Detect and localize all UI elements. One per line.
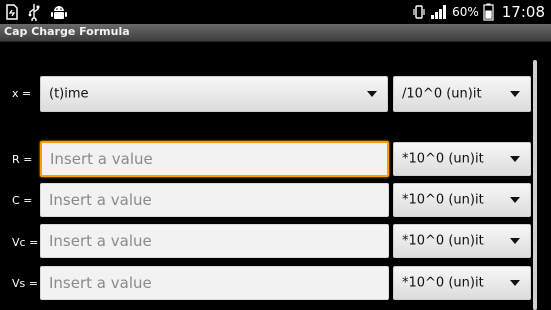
capacitor-voltage-input[interactable] <box>41 225 388 257</box>
chevron-down-icon <box>510 238 520 244</box>
unit-value: *10^0 (un)it <box>402 192 484 208</box>
source-voltage-input-field[interactable] <box>40 266 389 300</box>
unit-spinner-vs[interactable]: *10^0 (un)it <box>393 266 531 300</box>
chevron-down-icon <box>510 91 520 97</box>
resistance-input[interactable] <box>42 143 387 175</box>
unit-spinner-vc[interactable]: *10^0 (un)it <box>393 224 531 258</box>
system-icons: 60% 17:08 <box>412 0 545 24</box>
capacitor-voltage-input-field[interactable] <box>40 224 389 258</box>
usb-icon <box>28 3 40 21</box>
status-bar: 60% 17:08 <box>0 0 551 24</box>
capacitance-input[interactable] <box>41 184 388 216</box>
vibrate-icon <box>412 4 426 20</box>
unit-spinner-c[interactable]: *10^0 (un)it <box>393 183 531 217</box>
variable-label-vc: Vc = <box>12 236 39 249</box>
android-debug-icon <box>50 3 68 21</box>
variable-label-c: C = <box>12 194 33 207</box>
unit-value: *10^0 (un)it <box>402 233 484 249</box>
unit-spinner-x[interactable]: /10^0 (un)it <box>393 76 531 112</box>
clock: 17:08 <box>501 3 545 21</box>
unit-spinner-r[interactable]: *10^0 (un)it <box>393 142 531 176</box>
notification-icons <box>6 2 68 22</box>
unit-value: *10^0 (un)it <box>402 275 484 291</box>
battery-percent: 60% <box>452 5 479 19</box>
resistance-input-field[interactable] <box>40 141 389 177</box>
source-voltage-input[interactable] <box>41 267 388 299</box>
scrollbar[interactable] <box>533 60 537 310</box>
variable-label-r: R = <box>12 153 33 166</box>
battery-icon <box>483 3 494 21</box>
chevron-down-icon <box>510 197 520 203</box>
chevron-down-icon <box>510 280 520 286</box>
variable-label-x: x = <box>12 87 32 100</box>
app-title: Cap Charge Formula <box>4 25 130 38</box>
variable-select-spinner[interactable]: (t)ime <box>40 76 388 112</box>
sd-card-icon <box>6 4 18 20</box>
signal-icon <box>430 4 448 20</box>
capacitance-input-field[interactable] <box>40 183 389 217</box>
variable-label-vs: Vs = <box>12 277 38 290</box>
chevron-down-icon <box>510 156 520 162</box>
title-bar: Cap Charge Formula <box>0 24 551 42</box>
unit-value: /10^0 (un)it <box>402 86 482 102</box>
unit-value: *10^0 (un)it <box>402 151 484 167</box>
variable-select-value: (t)ime <box>49 86 89 102</box>
chevron-down-icon <box>367 91 377 97</box>
